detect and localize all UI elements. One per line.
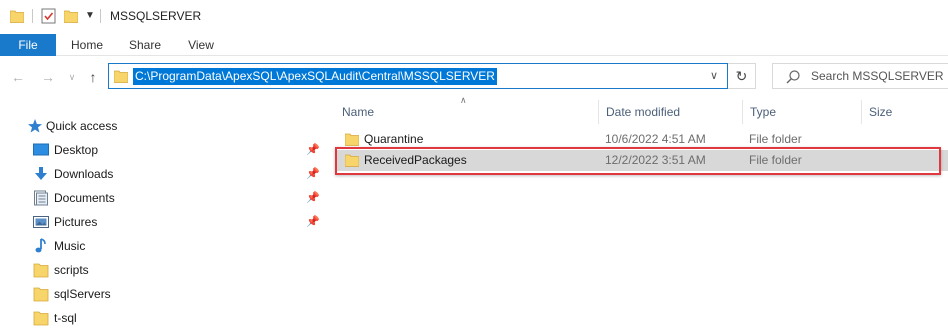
search-input[interactable]: Search MSSQLSERVER [811, 69, 944, 83]
sidebar-item-sqlservers[interactable]: sqlServers [0, 282, 335, 306]
column-header-date-modified[interactable]: Date modified [598, 100, 742, 124]
new-folder-icon[interactable] [64, 9, 78, 23]
search-box[interactable]: Search MSSQLSERVER [772, 63, 948, 89]
tab-file[interactable]: File [0, 34, 56, 56]
sidebar-item-desktop[interactable]: Desktop 📌 [0, 138, 335, 162]
sidebar-item-pictures[interactable]: Pictures 📌 [0, 210, 335, 234]
folder-icon [114, 70, 128, 83]
sidebar-item-label: Desktop [54, 143, 99, 157]
window-title: MSSQLSERVER [110, 9, 202, 23]
chevron-down-icon[interactable]: ∨ [707, 68, 721, 84]
pin-icon[interactable]: 📌 [306, 215, 320, 229]
highlight-box [335, 147, 941, 175]
sidebar-item-label: scripts [54, 263, 89, 277]
column-header-size[interactable]: Size [861, 100, 948, 124]
file-type: File folder [749, 132, 802, 146]
title-bar: ▼ MSSQLSERVER [0, 0, 948, 34]
sidebar-item-downloads[interactable]: Downloads 📌 [0, 162, 335, 186]
desktop-icon [33, 143, 49, 156]
sidebar-item-label: Documents [54, 191, 115, 205]
download-icon [35, 167, 47, 180]
folder-icon [33, 263, 49, 278]
properties-icon[interactable] [41, 8, 56, 24]
documents-icon [34, 190, 48, 206]
pin-icon[interactable]: 📌 [306, 191, 320, 205]
file-list: ∧ Name Date modified Type Size Quarantin… [335, 95, 948, 336]
sidebar-item-scripts[interactable]: scripts [0, 258, 335, 282]
sidebar-item-music[interactable]: Music [0, 234, 335, 258]
pin-icon[interactable]: 📌 [306, 167, 320, 181]
music-icon [35, 238, 46, 253]
toolbar-separator [32, 9, 33, 23]
recent-locations-chevron-icon[interactable]: ∨ [64, 69, 80, 85]
folder-icon [345, 133, 359, 146]
folder-icon [33, 311, 49, 326]
forward-arrow-icon[interactable]: → [40, 69, 56, 85]
sidebar-item-label: Pictures [54, 215, 98, 229]
column-header-name[interactable]: Name [335, 100, 598, 124]
address-path[interactable]: C:\ProgramData\ApexSQL\ApexSQLAudit\Cent… [133, 68, 497, 85]
sidebar-item-t-sql[interactable]: t-sql [0, 306, 335, 330]
customize-toolbar-icon[interactable]: ▼ [85, 11, 95, 21]
toolbar-separator [100, 9, 101, 23]
star-icon [28, 119, 42, 133]
navigation-bar: ← → ∨ ↑ C:\ProgramData\ApexSQL\ApexSQLAu… [0, 57, 948, 97]
folder-icon [33, 287, 49, 302]
column-header-row: Name Date modified Type Size [335, 100, 948, 124]
column-header-type[interactable]: Type [742, 100, 861, 124]
address-bar[interactable]: C:\ProgramData\ApexSQL\ApexSQLAudit\Cent… [108, 63, 728, 89]
sidebar-item-label: t-sql [54, 311, 77, 325]
sidebar-item-label: sqlServers [54, 287, 111, 301]
sidebar-item-label: Music [54, 239, 86, 253]
folder-icon[interactable] [10, 9, 24, 23]
sidebar-item-label: Quick access [46, 119, 118, 133]
tab-home[interactable]: Home [62, 34, 112, 56]
tab-share[interactable]: Share [120, 34, 170, 56]
tab-view[interactable]: View [176, 34, 226, 56]
file-date-modified: 10/6/2022 4:51 AM [605, 132, 706, 146]
ribbon-tabs: File Home Share View [0, 34, 948, 56]
search-icon [786, 70, 800, 84]
file-name[interactable]: Quarantine [364, 132, 423, 146]
navigation-pane: Quick access Desktop 📌 Downloads 📌 Docum… [0, 97, 335, 336]
sidebar-item-documents[interactable]: Documents 📌 [0, 186, 335, 210]
refresh-button[interactable]: ↻ [728, 63, 756, 89]
back-arrow-icon[interactable]: ← [10, 69, 26, 85]
sidebar-item-label: Downloads [54, 167, 114, 181]
pin-icon[interactable]: 📌 [306, 143, 320, 157]
pictures-icon [33, 216, 49, 228]
sidebar-item-quick-access[interactable]: Quick access [0, 114, 335, 138]
up-arrow-icon[interactable]: ↑ [85, 69, 101, 85]
